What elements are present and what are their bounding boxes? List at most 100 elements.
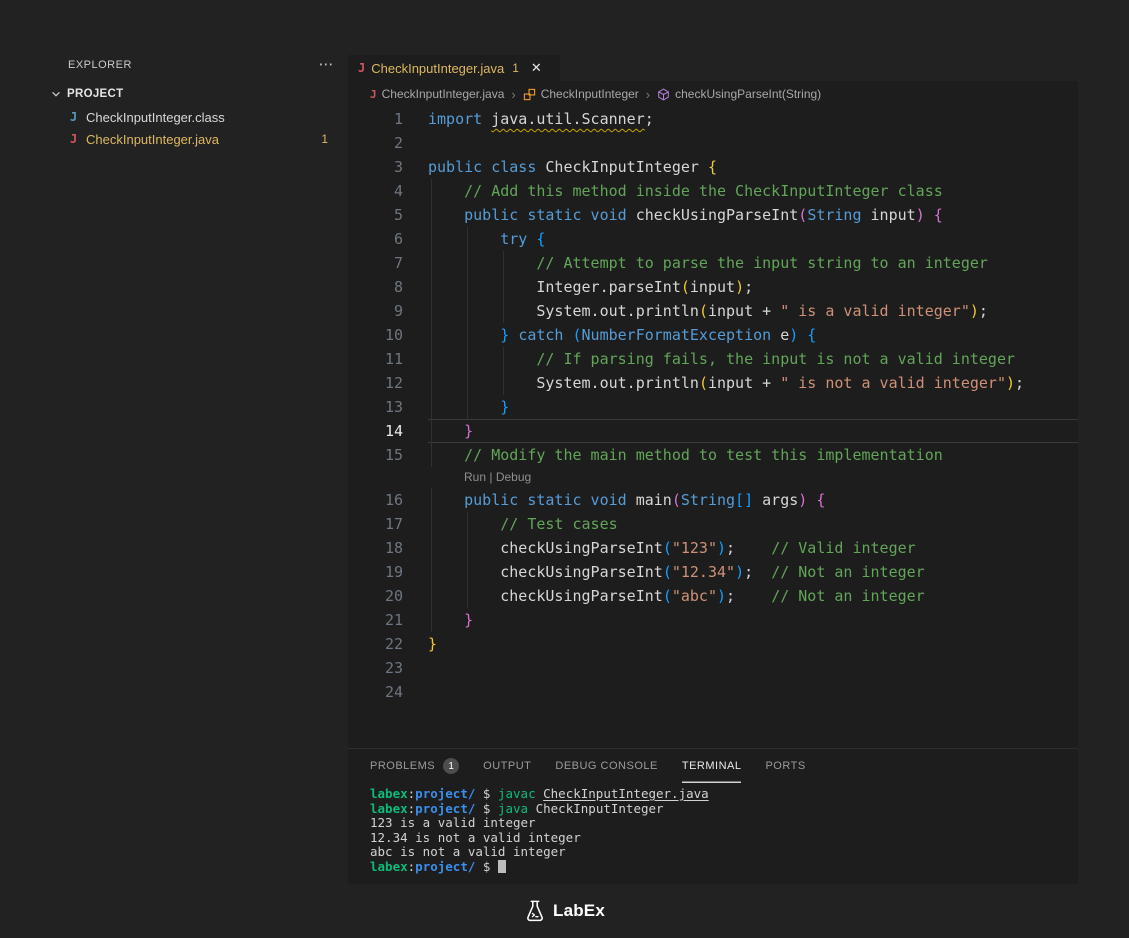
line-number[interactable]: 11 — [348, 347, 403, 371]
code-line[interactable]: 2 — [348, 131, 1078, 155]
line-number[interactable]: 20 — [348, 584, 403, 608]
code-line-content: } catch (NumberFormatException e) { — [428, 323, 1078, 347]
line-number[interactable]: 23 — [348, 656, 403, 680]
bottom-panel: PROBLEMS1 OUTPUT DEBUG CONSOLE TERMINAL PORT… — [348, 748, 1078, 884]
line-number[interactable]: 10 — [348, 323, 403, 347]
project-folder-label: PROJECT — [67, 88, 123, 100]
java-class-file-icon: J — [70, 110, 86, 124]
code-line[interactable]: 12 System.out.println(input + " is not a… — [348, 371, 1078, 395]
code-line[interactable]: 5 public static void checkUsingParseInt(… — [348, 203, 1078, 227]
code-line[interactable]: 18 checkUsingParseInt("123"); // Valid i… — [348, 536, 1078, 560]
debug-link[interactable]: Debug — [496, 470, 531, 484]
indent-guide — [431, 419, 432, 443]
line-number[interactable]: 4 — [348, 179, 403, 203]
panel-tab-output[interactable]: OUTPUT — [483, 749, 531, 783]
line-number[interactable]: 17 — [348, 512, 403, 536]
code-line[interactable]: 10 } catch (NumberFormatException e) { — [348, 323, 1078, 347]
line-number[interactable]: 2 — [348, 131, 403, 155]
code-editor[interactable]: 1 import java.util.Scanner; 23public class… — [348, 107, 1078, 748]
code-line[interactable]: 24 — [348, 680, 1078, 704]
breadcrumb-item[interactable]: JCheckInputInteger.java — [370, 87, 504, 101]
line-number[interactable]: 22 — [348, 632, 403, 656]
line-number[interactable]: 14 — [348, 419, 403, 443]
code-line-content: Integer.parseInt(input); — [428, 275, 1078, 299]
indent-guide — [467, 275, 468, 299]
line-number[interactable]: 5 — [348, 203, 403, 227]
code-line-content: import java.util.Scanner; — [428, 107, 1078, 131]
tree-item[interactable]: JCheckInputInteger.java1 — [0, 128, 348, 150]
line-number[interactable]: 3 — [348, 155, 403, 179]
indent-guide — [467, 560, 468, 584]
line-number[interactable]: 12 — [348, 371, 403, 395]
tree-item[interactable]: JCheckInputInteger.class — [0, 106, 348, 128]
code-line-content: // Attempt to parse the input string to … — [428, 251, 1078, 275]
code-line[interactable]: 22} — [348, 632, 1078, 656]
code-line[interactable]: 11 // If parsing fails, the input is not… — [348, 347, 1078, 371]
line-number[interactable]: 8 — [348, 275, 403, 299]
line-number[interactable]: 18 — [348, 536, 403, 560]
code-line[interactable]: 13 } — [348, 395, 1078, 419]
code-line-content: // If parsing fails, the input is not a … — [428, 347, 1078, 371]
line-number[interactable]: 6 — [348, 227, 403, 251]
line-number[interactable]: 16 — [348, 488, 403, 512]
line-number[interactable]: 13 — [348, 395, 403, 419]
line-number[interactable]: 21 — [348, 608, 403, 632]
code-line[interactable]: 20 checkUsingParseInt("abc"); // Not an … — [348, 584, 1078, 608]
code-line[interactable]: 8 Integer.parseInt(input); — [348, 275, 1078, 299]
footer: LabEx — [0, 884, 1129, 938]
terminal[interactable]: labex:project/ $ javac CheckInputInteger… — [348, 783, 1078, 874]
code-line[interactable]: 14 } — [348, 419, 1078, 443]
project-folder-row[interactable]: PROJECT — [50, 88, 123, 100]
code-line[interactable]: 23 — [348, 656, 1078, 680]
panel-tab-ports[interactable]: PORTS — [765, 749, 805, 783]
terminal-cursor — [498, 860, 506, 873]
indent-guide — [431, 323, 432, 347]
tab-bar: J CheckInputInteger.java 1 ✕ — [348, 55, 1078, 81]
indent-guide — [503, 371, 504, 395]
line-number[interactable]: 24 — [348, 680, 403, 704]
workbench: EXPLORER ⋯ PROJECT JCheckInputInteger.cl… — [0, 0, 1129, 938]
code-line[interactable]: 6 try { — [348, 227, 1078, 251]
code-line[interactable]: 9 System.out.println(input + " is a vali… — [348, 299, 1078, 323]
terminal-line: abc is not a valid integer — [370, 845, 1078, 860]
code-line[interactable]: 17 // Test cases — [348, 512, 1078, 536]
code-line[interactable]: 1 import java.util.Scanner; — [348, 107, 1078, 131]
tab-checkinputinteger-java[interactable]: J CheckInputInteger.java 1 ✕ — [348, 55, 560, 81]
problem-count-badge: 1 — [321, 132, 328, 146]
line-number[interactable]: 7 — [348, 251, 403, 275]
line-number[interactable]: 15 — [348, 443, 403, 467]
code-line-content: } — [428, 419, 1078, 443]
line-number[interactable]: 9 — [348, 299, 403, 323]
close-icon[interactable]: ✕ — [531, 60, 542, 76]
panel-tab-terminal[interactable]: TERMINAL — [682, 749, 742, 783]
explorer-title: EXPLORER — [68, 59, 132, 71]
more-actions-icon[interactable]: ⋯ — [319, 60, 335, 70]
terminal-file-link[interactable]: CheckInputInteger.java — [543, 786, 709, 801]
indent-guide — [431, 584, 432, 608]
code-line-content: // Modify the main method to test this i… — [428, 443, 1078, 467]
code-line[interactable]: 3public class CheckInputInteger { — [348, 155, 1078, 179]
code-line-content: // Add this method inside the CheckInput… — [428, 179, 1078, 203]
codelens-row: Run | Debug — [348, 467, 1078, 488]
breadcrumb-item[interactable]: CheckInputInteger — [523, 87, 639, 101]
line-number[interactable]: 19 — [348, 560, 403, 584]
indent-guide — [503, 251, 504, 275]
code-line[interactable]: 15 // Modify the main method to test thi… — [348, 443, 1078, 467]
code-line-content: System.out.println(input + " is not a va… — [428, 371, 1078, 395]
code-line-content: checkUsingParseInt("123"); // Valid inte… — [428, 536, 1078, 560]
panel-tab-debug-console[interactable]: DEBUG CONSOLE — [555, 749, 657, 783]
tab-problem-count: 1 — [512, 61, 519, 75]
panel-tab-bar: PROBLEMS1 OUTPUT DEBUG CONSOLE TERMINAL PORT… — [348, 749, 1078, 783]
indent-guide — [431, 488, 432, 512]
code-line[interactable]: 7 // Attempt to parse the input string t… — [348, 251, 1078, 275]
code-line[interactable]: 19 checkUsingParseInt("12.34"); // Not a… — [348, 560, 1078, 584]
breadcrumb-item[interactable]: checkUsingParseInt(String) — [657, 87, 821, 101]
indent-guide — [431, 395, 432, 419]
panel-tab-problems[interactable]: PROBLEMS1 — [370, 749, 459, 783]
code-line[interactable]: 21 } — [348, 608, 1078, 632]
code-line[interactable]: 4 // Add this method inside the CheckInp… — [348, 179, 1078, 203]
line-number[interactable]: 1 — [348, 107, 403, 131]
code-line[interactable]: 16 public static void main(String[] args… — [348, 488, 1078, 512]
run-link[interactable]: Run — [464, 470, 486, 484]
terminal-line: 123 is a valid integer — [370, 816, 1078, 831]
